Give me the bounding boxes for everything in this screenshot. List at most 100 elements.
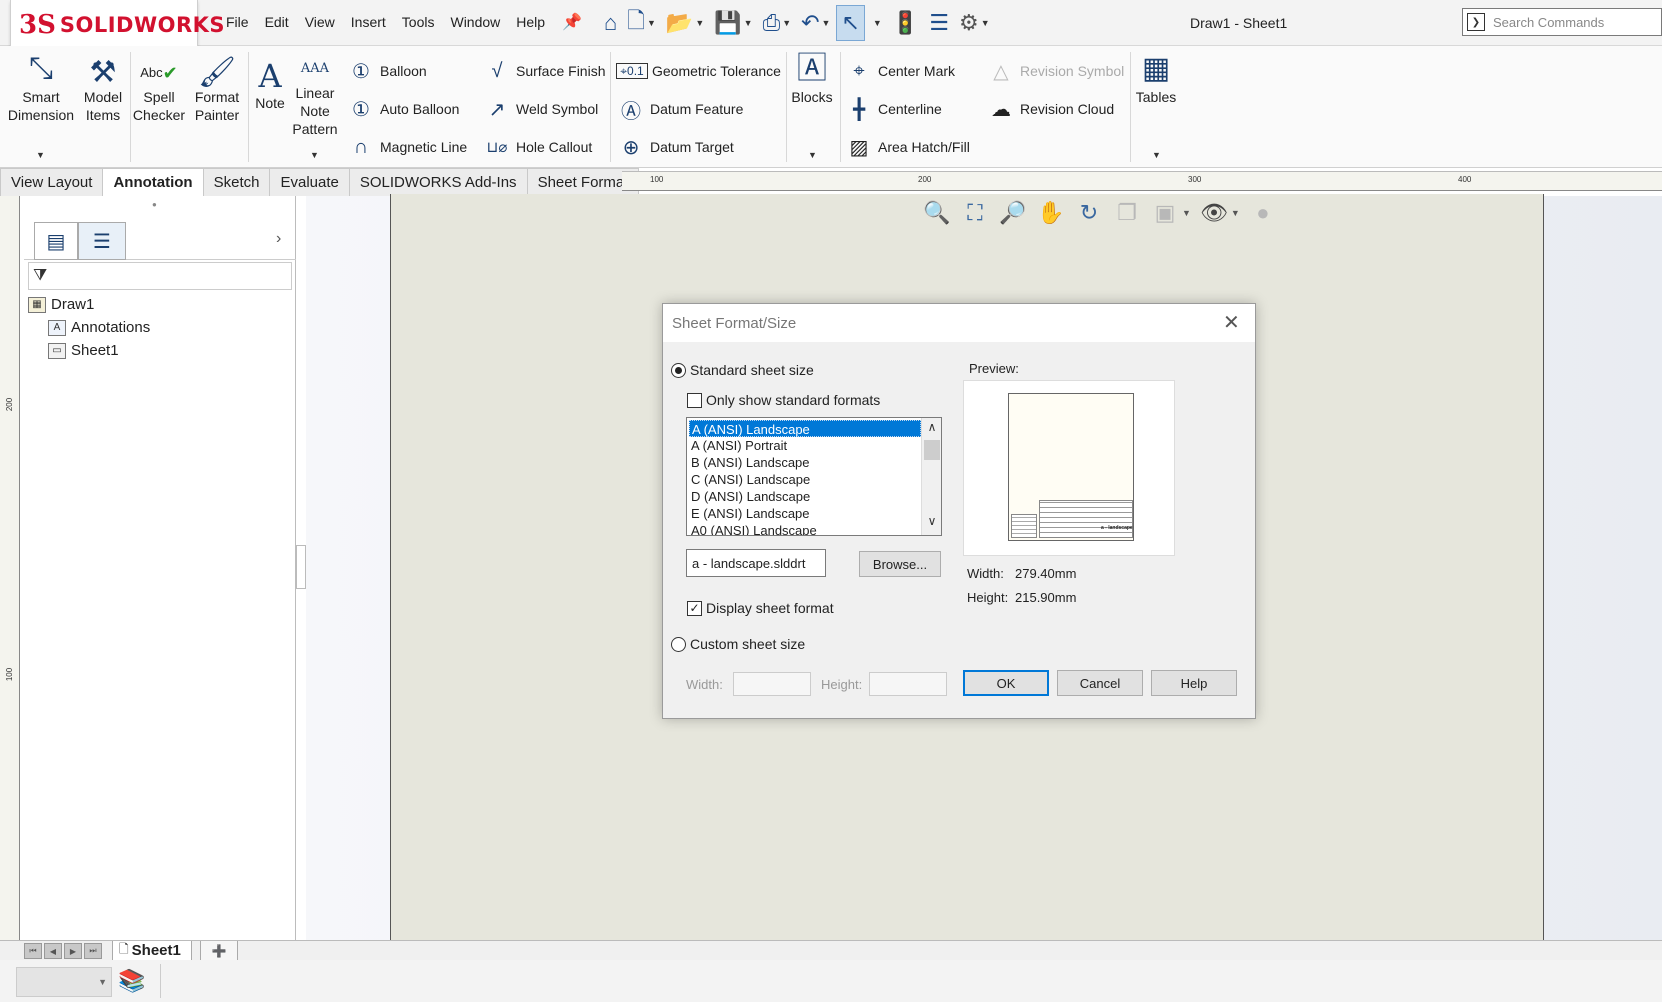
menu-view[interactable]: View: [297, 14, 343, 30]
rebuild-traffic-light-icon[interactable]: 🚦: [888, 5, 923, 41]
standard-sheet-size-radio[interactable]: Standard sheet size: [671, 362, 814, 378]
magnetic-line-button[interactable]: ∩ Magnetic Line: [346, 132, 467, 162]
appearance-sphere-icon[interactable]: ●: [1248, 198, 1278, 228]
menu-help[interactable]: Help: [508, 14, 553, 30]
tab-sketch[interactable]: Sketch: [202, 168, 271, 196]
browse-button[interactable]: Browse...: [859, 551, 941, 577]
close-icon[interactable]: ✕: [1223, 310, 1240, 335]
list-item[interactable]: C (ANSI) Landscape: [689, 471, 921, 488]
menu-file[interactable]: File: [218, 14, 257, 30]
list-item[interactable]: B (ANSI) Landscape: [689, 454, 921, 471]
menu-insert[interactable]: Insert: [343, 14, 394, 30]
revision-cloud-button[interactable]: ☁ Revision Cloud: [986, 94, 1114, 124]
panel-splitter-handle[interactable]: [296, 545, 306, 589]
ok-button[interactable]: OK: [963, 670, 1049, 696]
select-dropdown-icon[interactable]: ▼: [867, 5, 886, 41]
tab-solidworks-add-ins[interactable]: SOLIDWORKS Add-Ins: [348, 168, 528, 196]
zoom-in-out-icon[interactable]: 🔎: [998, 198, 1028, 228]
cancel-button[interactable]: Cancel: [1057, 670, 1143, 696]
datum-target-button[interactable]: ⊕ Datum Target: [616, 132, 734, 162]
blocks-dropdown-icon[interactable]: ▼: [808, 150, 817, 160]
linear-note-pattern-button[interactable]: AAA Linear Note Pattern: [292, 54, 338, 138]
scroll-up-icon[interactable]: ∧: [922, 420, 941, 434]
center-mark-button[interactable]: ⌖ Center Mark: [844, 56, 955, 86]
search-commands-input[interactable]: ❯ Search Commands: [1462, 8, 1662, 36]
display-style-dropdown-icon[interactable]: ▼: [1182, 208, 1191, 218]
sheet-format-file-field[interactable]: a - landscape.slddrt: [686, 549, 826, 577]
layer-properties-icon[interactable]: 📚: [118, 968, 145, 994]
hide-show-dropdown-icon[interactable]: ▼: [1231, 208, 1240, 218]
tab-view-layout[interactable]: View Layout: [0, 168, 104, 196]
surface-finish-button[interactable]: √ Surface Finish: [482, 56, 606, 86]
menu-edit[interactable]: Edit: [257, 14, 297, 30]
zoom-to-area-icon[interactable]: ⛶: [960, 198, 990, 228]
display-sheet-format-checkbox[interactable]: ✓ Display sheet format: [687, 600, 834, 616]
tab-annotation[interactable]: Annotation: [102, 168, 204, 196]
menu-tools[interactable]: Tools: [394, 14, 443, 30]
add-sheet-icon[interactable]: ➕: [200, 941, 238, 961]
hide-show-items-eye-icon[interactable]: 👁: [1199, 198, 1229, 228]
sheet-format-list[interactable]: A (ANSI) Landscape A (ANSI) Portrait B (…: [686, 417, 942, 536]
linear-note-pattern-dropdown-icon[interactable]: ▼: [310, 150, 319, 160]
pan-icon[interactable]: ✋: [1036, 198, 1066, 228]
list-item[interactable]: A (ANSI) Portrait: [689, 437, 921, 454]
next-sheet-icon[interactable]: ▶: [64, 943, 82, 959]
list-item[interactable]: E (ANSI) Landscape: [689, 505, 921, 522]
tree-item-sheet1[interactable]: ▭ Sheet1: [48, 342, 119, 359]
file-properties-icon[interactable]: ☰: [925, 5, 953, 41]
tree-item-draw1[interactable]: ▦ Draw1: [28, 296, 94, 313]
chevron-right-icon[interactable]: ›: [276, 230, 281, 248]
tab-evaluate[interactable]: Evaluate: [269, 168, 350, 196]
print-icon[interactable]: ⎙ ▼: [759, 5, 796, 41]
spell-checker-button[interactable]: Abc ✔ Spell Checker: [132, 58, 186, 124]
panel-grip-icon[interactable]: ●: [152, 200, 157, 209]
custom-width-input[interactable]: [733, 672, 811, 696]
open-icon[interactable]: 📂 ▼: [662, 5, 708, 41]
layer-dropdown[interactable]: ▼: [16, 967, 112, 997]
area-hatch-fill-button[interactable]: ▨ Area Hatch/Fill: [844, 132, 970, 162]
note-button[interactable]: A Note: [250, 58, 290, 112]
view-orientation-icon[interactable]: ❐: [1112, 198, 1142, 228]
custom-sheet-size-radio[interactable]: Custom sheet size: [671, 636, 805, 652]
list-scrollbar[interactable]: ∧ ∨: [921, 418, 941, 535]
hole-callout-button[interactable]: ⊔⌀ Hole Callout: [482, 132, 593, 162]
zoom-to-fit-icon[interactable]: 🔍: [922, 198, 952, 228]
solidworks-logo[interactable]: 3S SOLIDWORKS: [10, 0, 225, 50]
weld-symbol-button[interactable]: ↗ Weld Symbol: [482, 94, 599, 124]
list-item[interactable]: A (ANSI) Landscape: [689, 420, 921, 437]
smart-dimension-dropdown-icon[interactable]: ▼: [36, 150, 45, 160]
select-pointer-icon[interactable]: ↖: [836, 5, 865, 41]
last-sheet-icon[interactable]: ⏭: [84, 943, 102, 959]
blocks-button[interactable]: 🄰 Blocks: [790, 50, 834, 106]
format-painter-button[interactable]: 🖌 Format Painter: [190, 58, 244, 124]
revision-symbol-button[interactable]: △ Revision Symbol: [986, 56, 1124, 86]
first-sheet-icon[interactable]: ⏮: [24, 943, 42, 959]
rotate-view-icon[interactable]: ↻: [1074, 198, 1104, 228]
property-manager-tab-icon[interactable]: ☰: [78, 222, 126, 260]
options-gear-icon[interactable]: ⚙ ▼: [955, 5, 994, 41]
centerline-button[interactable]: ╋ Centerline: [844, 94, 942, 124]
tree-item-annotations[interactable]: A Annotations: [48, 319, 150, 336]
only-show-standard-formats-checkbox[interactable]: Only show standard formats: [687, 392, 880, 408]
pin-menu-icon[interactable]: 📌: [562, 12, 582, 32]
sheet1-tab[interactable]: 🗋 Sheet1: [112, 941, 192, 961]
model-items-button[interactable]: ⚒ Model Items: [80, 58, 126, 124]
scroll-down-icon[interactable]: ∨: [922, 514, 941, 528]
tables-button[interactable]: ▦ Tables: [1134, 50, 1178, 106]
list-item[interactable]: D (ANSI) Landscape: [689, 488, 921, 505]
tables-dropdown-icon[interactable]: ▼: [1152, 150, 1161, 160]
list-item[interactable]: A0 (ANSI) Landscape: [689, 522, 921, 535]
help-button[interactable]: Help: [1151, 670, 1237, 696]
balloon-button[interactable]: ① Balloon: [346, 56, 427, 86]
tree-filter-input[interactable]: ⧩: [28, 262, 292, 290]
previous-sheet-icon[interactable]: ◀: [44, 943, 62, 959]
undo-icon[interactable]: ↶ ▼: [797, 5, 834, 41]
home-icon[interactable]: ⌂: [600, 5, 621, 41]
auto-balloon-button[interactable]: ① Auto Balloon: [346, 94, 459, 124]
geometric-tolerance-button[interactable]: ⌖0.1 Geometric Tolerance: [616, 56, 781, 86]
smart-dimension-button[interactable]: ⤡ Smart Dimension: [6, 50, 76, 124]
new-document-icon[interactable]: 🗋 ▼: [623, 5, 660, 41]
scroll-thumb[interactable]: [924, 440, 940, 460]
datum-feature-button[interactable]: Ⓐ Datum Feature: [616, 94, 743, 124]
feature-tree-tab-icon[interactable]: ▤: [34, 222, 78, 260]
